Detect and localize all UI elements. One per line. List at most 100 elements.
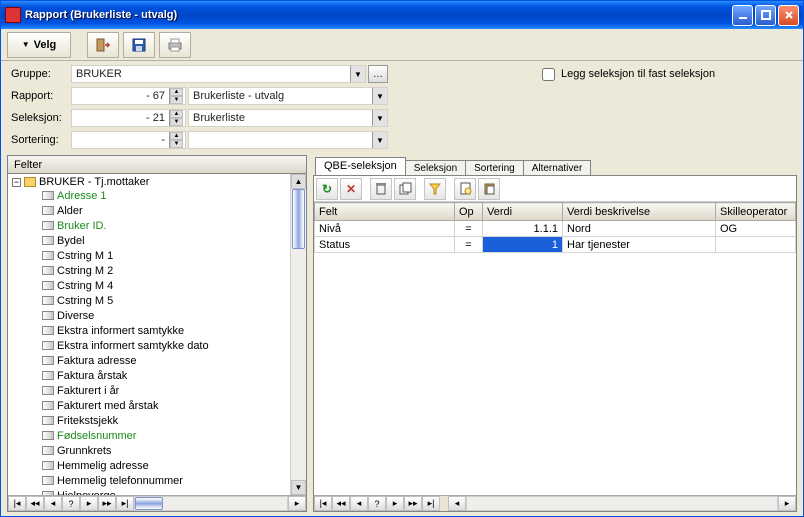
- tree-item[interactable]: Cstring M 2: [42, 263, 304, 278]
- nav-next-button[interactable]: ▸: [80, 496, 98, 511]
- save-button[interactable]: [123, 32, 155, 58]
- trash-button[interactable]: [370, 178, 392, 200]
- nav-help-button[interactable]: ?: [368, 496, 386, 511]
- sortering-text-combo[interactable]: ▼: [188, 131, 388, 149]
- tree-item[interactable]: Cstring M 5: [42, 293, 304, 308]
- table-row[interactable]: Status=1Har tjenester: [315, 237, 796, 253]
- seleksjon-text-combo[interactable]: Brukerliste ▼: [188, 109, 388, 127]
- copy-button[interactable]: [394, 178, 416, 200]
- sortering-number[interactable]: - ▲▼: [71, 131, 186, 149]
- tree-item[interactable]: Faktura adresse: [42, 353, 304, 368]
- seleksjon-number[interactable]: - 21 ▲▼: [71, 109, 186, 127]
- nav-first-button[interactable]: |◂: [314, 496, 332, 511]
- tree-item[interactable]: Grunnkrets: [42, 443, 304, 458]
- tree-item[interactable]: Fødselsnummer: [42, 428, 304, 443]
- nav-fastnext-button[interactable]: ▸▸: [404, 496, 422, 511]
- table-cell[interactable]: =: [455, 237, 483, 253]
- funnel-icon: [429, 183, 441, 195]
- tree-item[interactable]: Hemmelig telefonnummer: [42, 473, 304, 488]
- table-cell[interactable]: =: [455, 221, 483, 237]
- table-cell[interactable]: 1: [483, 237, 563, 253]
- gruppe-browse-button[interactable]: …: [368, 65, 388, 83]
- tree-scrollbar[interactable]: ▲ ▼: [290, 174, 306, 495]
- new-row-button[interactable]: [454, 178, 476, 200]
- felter-tree[interactable]: − BRUKER - Tj.mottaker Adresse 1AlderBru…: [8, 174, 306, 495]
- tree-item[interactable]: Faktura årstak: [42, 368, 304, 383]
- table-cell[interactable]: 1.1.1: [483, 221, 563, 237]
- tree-item[interactable]: Fakturert i år: [42, 383, 304, 398]
- paste-button[interactable]: [478, 178, 500, 200]
- tree-item[interactable]: Ekstra informert samtykke dato: [42, 338, 304, 353]
- tree-item[interactable]: Cstring M 1: [42, 248, 304, 263]
- nav-fastprev-button[interactable]: ◂◂: [332, 496, 350, 511]
- print-button[interactable]: [159, 32, 191, 58]
- spinner-down-icon[interactable]: ▼: [170, 118, 183, 126]
- tree-item[interactable]: Bydel: [42, 233, 304, 248]
- table-cell[interactable]: Nivå: [315, 221, 455, 237]
- delete-button[interactable]: ✕: [340, 178, 362, 200]
- tree-item[interactable]: Alder: [42, 203, 304, 218]
- spinner-up-icon[interactable]: ▲: [170, 132, 183, 140]
- col-op[interactable]: Op: [455, 203, 483, 221]
- scroll-left-button[interactable]: ◂: [448, 496, 466, 511]
- criteria-table[interactable]: Felt Op Verdi Verdi beskrivelse Skilleop…: [314, 202, 796, 253]
- tree-item[interactable]: Hjelpeverge: [42, 488, 304, 495]
- tree-item[interactable]: Bruker ID.: [42, 218, 304, 233]
- col-verdi-beskrivelse[interactable]: Verdi beskrivelse: [563, 203, 716, 221]
- nav-fastnext-button[interactable]: ▸▸: [98, 496, 116, 511]
- tab-sortering[interactable]: Sortering: [465, 160, 524, 176]
- close-button[interactable]: [778, 5, 799, 26]
- tree-item[interactable]: Ekstra informert samtykke: [42, 323, 304, 338]
- nav-fastprev-button[interactable]: ◂◂: [26, 496, 44, 511]
- h-scroll-thumb[interactable]: [135, 497, 163, 510]
- tree-collapse-icon[interactable]: −: [12, 178, 21, 187]
- tree-item[interactable]: Hemmelig adresse: [42, 458, 304, 473]
- rapport-number[interactable]: - 67 ▲▼: [71, 87, 186, 105]
- table-cell[interactable]: [716, 237, 796, 253]
- nav-next-button[interactable]: ▸: [386, 496, 404, 511]
- nav-last-button[interactable]: ▸|: [116, 496, 134, 511]
- col-skilleoperator[interactable]: Skilleoperator: [716, 203, 796, 221]
- tree-root[interactable]: − BRUKER - Tj.mottaker: [12, 176, 304, 188]
- tab-seleksjon[interactable]: Seleksjon: [405, 160, 466, 176]
- nav-last-button[interactable]: ▸|: [422, 496, 440, 511]
- scroll-right-button[interactable]: ▸: [778, 496, 796, 511]
- filter-button[interactable]: [424, 178, 446, 200]
- minimize-button[interactable]: [732, 5, 753, 26]
- scroll-up-icon[interactable]: ▲: [291, 174, 306, 189]
- scroll-down-icon[interactable]: ▼: [291, 480, 306, 495]
- exit-button[interactable]: [87, 32, 119, 58]
- nav-help-button[interactable]: ?: [62, 496, 80, 511]
- rapport-text-combo[interactable]: Brukerliste - utvalg ▼: [188, 87, 388, 105]
- spinner-down-icon[interactable]: ▼: [170, 140, 183, 148]
- tab-alternativer[interactable]: Alternativer: [523, 160, 592, 176]
- refresh-button[interactable]: ↻: [316, 178, 338, 200]
- nav-prev-button[interactable]: ◂: [44, 496, 62, 511]
- tree-item[interactable]: Fakturert med årstak: [42, 398, 304, 413]
- table-cell[interactable]: Nord: [563, 221, 716, 237]
- h-scroll-track[interactable]: [134, 496, 288, 511]
- col-verdi[interactable]: Verdi: [483, 203, 563, 221]
- tree-item[interactable]: Cstring M 4: [42, 278, 304, 293]
- table-cell[interactable]: OG: [716, 221, 796, 237]
- nav-prev-button[interactable]: ◂: [350, 496, 368, 511]
- tree-item[interactable]: Adresse 1: [42, 188, 304, 203]
- table-cell[interactable]: Status: [315, 237, 455, 253]
- table-row[interactable]: Nivå=1.1.1NordOG: [315, 221, 796, 237]
- tab-qbe-seleksjon[interactable]: QBE-seleksjon: [315, 157, 406, 175]
- spinner-down-icon[interactable]: ▼: [170, 96, 183, 104]
- gruppe-combo[interactable]: BRUKER ▼: [71, 65, 366, 83]
- tree-item[interactable]: Diverse: [42, 308, 304, 323]
- col-felt[interactable]: Felt: [315, 203, 455, 221]
- nav-first-button[interactable]: |◂: [8, 496, 26, 511]
- scroll-right-button[interactable]: ▸: [288, 496, 306, 511]
- spinner-up-icon[interactable]: ▲: [170, 88, 183, 96]
- maximize-button[interactable]: [755, 5, 776, 26]
- velg-button[interactable]: ▼ Velg: [7, 32, 71, 58]
- h-scroll-track[interactable]: [466, 496, 778, 511]
- spinner-up-icon[interactable]: ▲: [170, 110, 183, 118]
- fast-seleksjon-checkbox[interactable]: [542, 68, 555, 81]
- tree-item[interactable]: Fritekstsjekk: [42, 413, 304, 428]
- table-cell[interactable]: Har tjenester: [563, 237, 716, 253]
- scroll-thumb[interactable]: [292, 189, 305, 249]
